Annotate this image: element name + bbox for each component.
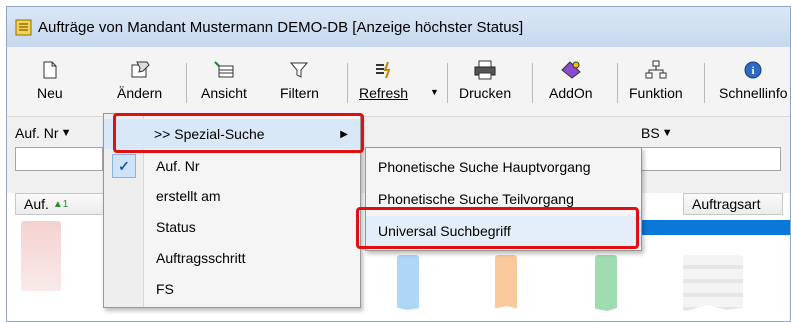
new-document-icon	[43, 61, 57, 79]
print-button[interactable]: Drucken	[459, 57, 511, 113]
new-button[interactable]: Neu	[37, 57, 63, 113]
column-header-order-type[interactable]: Auftragsart	[683, 193, 783, 215]
refresh-button[interactable]: Refresh	[359, 57, 408, 113]
info-icon: i	[744, 61, 762, 79]
edit-button[interactable]: Ändern	[117, 57, 162, 113]
function-icon	[645, 60, 667, 79]
view-icon	[214, 61, 234, 78]
refresh-dropdown-icon[interactable]: ▼	[430, 87, 439, 97]
window-title: Aufträge von Mandant Mustermann DEMO-DB …	[38, 18, 524, 36]
selected-row[interactable]	[627, 220, 790, 235]
filter-input-left[interactable]	[15, 147, 103, 171]
svg-text:i: i	[752, 65, 755, 77]
addon-button[interactable]: AddOn	[549, 57, 593, 113]
menu-item-created-at[interactable]: erstellt am	[104, 181, 360, 211]
function-button[interactable]: Funktion	[629, 57, 683, 113]
toolbar-separator	[704, 63, 705, 103]
menu-item-status[interactable]: Status	[104, 212, 360, 242]
view-button[interactable]: Ansicht	[201, 57, 247, 113]
filter-field-selector[interactable]: Auf. Nr ▼	[15, 125, 71, 141]
highlight-box-universal-search	[356, 207, 639, 249]
addon-icon	[561, 61, 581, 79]
printer-icon	[474, 60, 496, 80]
menu-item-order-nr[interactable]: ✓ Auf. Nr	[104, 151, 360, 181]
toolbar-separator	[347, 63, 348, 103]
menu-item-order-step[interactable]: Auftragsschritt	[104, 243, 360, 273]
app-icon	[15, 19, 32, 35]
quickinfo-button[interactable]: i Schnellinfo	[719, 57, 788, 113]
title-bar: Aufträge von Mandant Mustermann DEMO-DB …	[7, 7, 790, 47]
chevron-down-icon: ▼	[661, 127, 673, 139]
filter-icon	[290, 62, 309, 78]
chevron-down-icon: ▼	[60, 127, 72, 139]
highlight-box-special-search	[113, 113, 364, 153]
submenu-item-phonetic-main[interactable]: Phonetische Suche Hauptvorgang	[366, 152, 641, 182]
column-header-order-nr[interactable]: Auf. ▲1	[15, 193, 105, 215]
filter-input-right[interactable]	[641, 147, 781, 171]
toolbar-separator	[186, 63, 187, 103]
edit-icon	[131, 61, 150, 78]
menu-item-fs[interactable]: FS	[104, 274, 360, 304]
toolbar-separator	[617, 63, 618, 103]
refresh-icon	[375, 61, 390, 79]
blurred-cell	[21, 221, 61, 291]
checkmark-icon: ✓	[112, 154, 136, 178]
filter-button[interactable]: Filtern	[280, 57, 319, 113]
toolbar-separator	[447, 63, 448, 103]
toolbar: Neu Ändern Ansicht Filtern Refresh ▼ Dru…	[7, 47, 790, 117]
toolbar-separator	[532, 63, 533, 103]
sort-ascending-icon: ▲1	[52, 198, 69, 210]
filter-field-selector-right[interactable]: BS ▼	[641, 125, 673, 141]
